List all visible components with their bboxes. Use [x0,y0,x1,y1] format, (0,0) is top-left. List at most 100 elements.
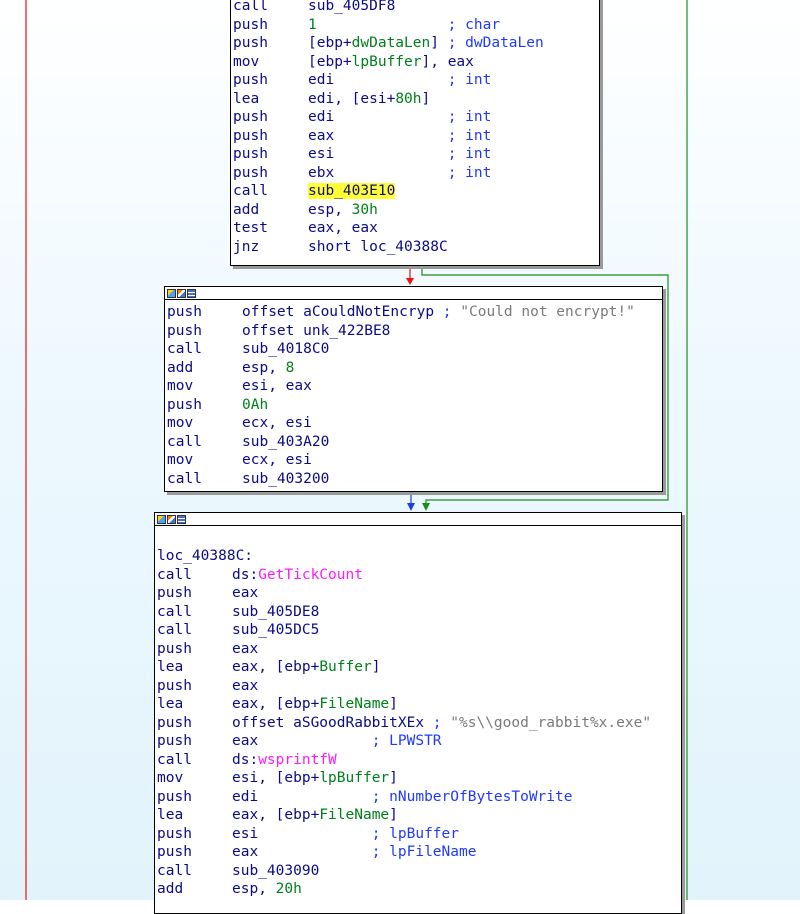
operand[interactable]: lpBuffer [319,770,389,786]
operand[interactable]: 80h [395,91,421,107]
ida-graph-view[interactable]: call sub_405DF8 push 1 ; char push [ebp+dwDat… [0,0,800,914]
instruction-line[interactable]: push 1 ; char [233,16,599,35]
instruction-line[interactable]: add esp, 20h [157,880,681,899]
operand[interactable]: ecx, esi [242,415,312,431]
instruction-line[interactable]: push eax ; LPWSTR [157,732,681,751]
instruction-line[interactable]: push offset unk_422BE8 [167,322,662,341]
operand[interactable]: 0Ah [242,397,268,413]
operand[interactable]: 8 [286,360,295,376]
operand[interactable]: sub_403E10 [308,183,396,199]
operand[interactable]: eax [232,733,258,749]
instruction-line[interactable]: push esi ; lpBuffer [157,825,681,844]
basic-block-c[interactable]: loc_40388C: call ds:GetTickCount push eax ca… [154,512,682,914]
instruction-line[interactable]: push [ebp+dwDataLen] ; dwDataLen [233,34,599,53]
operand[interactable]: sub_405DC5 [232,622,319,638]
instruction-line[interactable]: mov ecx, esi [167,451,662,470]
instruction-line[interactable]: add esp, 8 [167,359,662,378]
operand[interactable]: edi [308,109,334,125]
instruction-line[interactable]: mov [ebp+lpBuffer], eax [233,53,599,72]
operand[interactable]: ] [389,770,398,786]
operand[interactable]: sub_403090 [232,863,319,879]
instruction-line[interactable]: jnz short loc_40388C [233,238,599,257]
instruction-line[interactable]: lea eax, [ebp+Buffer] [157,658,681,677]
operand[interactable]: ebx [308,165,334,181]
operand[interactable]: offset aCouldNotEncryp [242,304,434,320]
operand[interactable]: eax [232,678,258,694]
operand[interactable]: sub_4018C0 [242,341,329,357]
instruction-line[interactable]: lea eax, [ebp+FileName] [157,695,681,714]
operand[interactable]: ] [430,35,439,51]
operand[interactable]: ds: [232,567,258,583]
operand[interactable]: edi [308,72,334,88]
operand[interactable]: FileName [319,807,389,823]
instruction-line[interactable]: call sub_405DE8 [157,603,681,622]
operand[interactable]: esi [232,826,258,842]
operand[interactable]: offset aSGoodRabbitXEx [232,715,424,731]
operand[interactable]: ] [372,659,381,675]
operand[interactable]: eax [232,641,258,657]
operand[interactable]: Buffer [319,659,371,675]
instruction-line[interactable]: push offset aCouldNotEncryp ; "Could not … [167,303,662,322]
operand[interactable]: sub_403A20 [242,434,329,450]
operand[interactable]: edi [232,789,258,805]
location-label[interactable]: loc_40388C: [157,547,681,566]
operand[interactable]: esp, [308,202,352,218]
instruction-line[interactable]: mov ecx, esi [167,414,662,433]
instruction-line[interactable]: add esp, 30h [233,201,599,220]
instruction-line[interactable]: call sub_403090 [157,862,681,881]
operand[interactable]: esp, [232,881,276,897]
instruction-line[interactable]: push edi ; int [233,71,599,90]
operand[interactable]: esi, [ebp+ [232,770,319,786]
instruction-line[interactable]: mov esi, eax [167,377,662,396]
operand[interactable]: esi, eax [242,378,312,394]
instruction-line[interactable]: push edi ; int [233,108,599,127]
operand[interactable]: eax [232,585,258,601]
list-icon[interactable] [187,288,196,298]
instruction-line[interactable]: push 0Ah [167,396,662,415]
operand[interactable]: [ebp+ [308,35,352,51]
operand[interactable]: esp, [242,360,286,376]
operand[interactable]: GetTickCount [258,567,363,583]
list-icon[interactable] [177,514,186,524]
operand[interactable]: ds: [232,752,258,768]
operand[interactable]: ] [389,807,398,823]
operand[interactable]: sub_405DF8 [308,0,395,14]
operand[interactable]: eax [308,128,334,144]
instruction-line[interactable]: push ebx ; int [233,164,599,183]
instruction-line[interactable]: call ds:wsprintfW [157,751,681,770]
operand[interactable]: eax, [ebp+ [232,807,319,823]
instruction-line[interactable]: call sub_403200 [167,470,662,489]
basic-block-b[interactable]: push offset aCouldNotEncryp ; "Could not … [164,286,663,492]
operand[interactable]: sub_403200 [242,471,329,487]
basic-block-a[interactable]: call sub_405DF8 push 1 ; char push [ebp+dwDat… [230,0,600,266]
operand[interactable]: ecx, esi [242,452,312,468]
instruction-line[interactable]: test eax, eax [233,219,599,238]
instruction-line[interactable]: push eax [157,584,681,603]
operand[interactable]: dwDataLen [352,35,431,51]
instruction-line[interactable]: push edi ; nNumberOfBytesToWrite [157,788,681,807]
operand[interactable]: sub_405DE8 [232,604,319,620]
instruction-line[interactable]: call sub_405DC5 [157,621,681,640]
operand[interactable]: wsprintfW [258,752,337,768]
instruction-line[interactable]: push eax ; int [233,127,599,146]
operand[interactable]: FileName [319,696,389,712]
instruction-line[interactable]: push eax ; lpFileName [157,843,681,862]
operand[interactable]: eax [232,844,258,860]
operand[interactable]: 20h [276,881,302,897]
instruction-line[interactable]: call ds:GetTickCount [157,566,681,585]
edit-icon[interactable] [167,514,176,524]
graph-icon[interactable] [157,514,166,524]
operand[interactable]: edi, [esi+ [308,91,395,107]
operand[interactable]: [ebp+ [308,54,352,70]
instruction-line[interactable]: push esi ; int [233,145,599,164]
instruction-line[interactable]: push eax [157,677,681,696]
operand[interactable]: short loc_40388C [308,239,448,255]
instruction-line[interactable]: lea eax, [ebp+FileName] [157,806,681,825]
instruction-line[interactable]: lea edi, [esi+80h] [233,90,599,109]
operand[interactable]: 1 [308,17,317,33]
instruction-line[interactable]: call sub_403A20 [167,433,662,452]
instruction-line[interactable]: push offset aSGoodRabbitXEx ; "%s\\good_r… [157,714,681,733]
operand[interactable]: eax, [ebp+ [232,659,319,675]
instruction-line[interactable]: call sub_405DF8 [233,0,599,16]
operand[interactable]: ] [422,91,431,107]
